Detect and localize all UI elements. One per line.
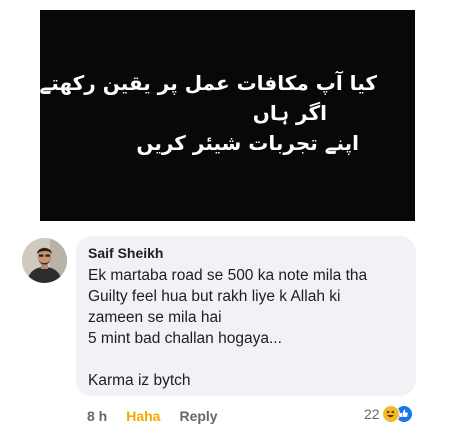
haha-icon — [381, 405, 400, 423]
avatar[interactable] — [22, 238, 67, 283]
urdu-share-line: اپنے تجربات شیئر کریں — [136, 130, 359, 155]
haha-reaction-button[interactable]: Haha — [126, 408, 160, 424]
comment-text: Ek martaba road se 500 ka note mila tha … — [88, 267, 368, 389]
comment-actions: 8 h Haha Reply — [87, 408, 218, 424]
comment-author-name[interactable]: Saif Sheikh — [88, 244, 404, 262]
comment-thread: کیا آپ مکافات عمل پر یقین رکھتے ہو؟ اگر … — [0, 0, 450, 433]
comment-timestamp[interactable]: 8 h — [87, 408, 107, 424]
reply-button[interactable]: Reply — [179, 408, 217, 424]
urdu-question-line: کیا آپ مکافات عمل پر یقین رکھتے ہو؟ — [0, 70, 377, 95]
reaction-summary[interactable]: 22 — [364, 405, 413, 423]
reaction-count: 22 — [364, 406, 380, 422]
urdu-if-yes-line: اگر ہاں — [252, 100, 327, 125]
avatar-photo-icon — [22, 238, 67, 283]
post-image[interactable]: کیا آپ مکافات عمل پر یقین رکھتے ہو؟ اگر … — [0, 10, 415, 221]
comment-bubble: Saif Sheikh Ek martaba road se 500 ka no… — [76, 236, 416, 396]
